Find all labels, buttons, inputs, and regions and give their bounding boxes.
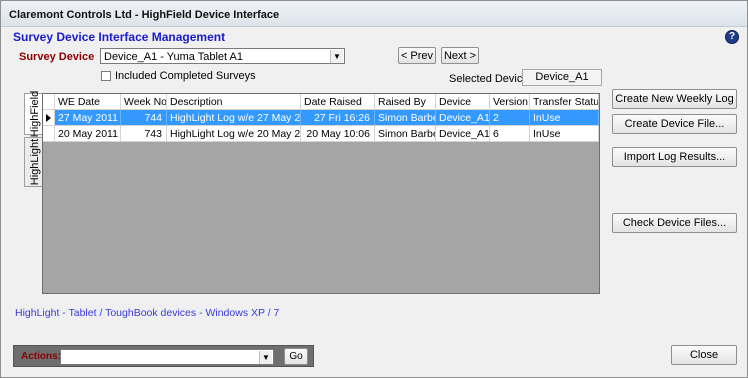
survey-device-select[interactable]: Device_A1 - Yuma Tablet A1 ▼ bbox=[100, 48, 345, 64]
cell-description: HighLight Log w/e 27 May 2011 fo bbox=[167, 110, 301, 126]
col-transfer-status[interactable]: Transfer Status bbox=[530, 94, 599, 110]
table-row[interactable]: 27 May 2011 744 HighLight Log w/e 27 May… bbox=[43, 110, 599, 126]
col-we-date[interactable]: WE Date bbox=[55, 94, 121, 110]
close-button[interactable]: Close bbox=[671, 345, 737, 365]
survey-log-table[interactable]: WE Date Week No Description Date Raised … bbox=[42, 93, 600, 294]
main-window: Claremont Controls Ltd - HighField Devic… bbox=[0, 0, 748, 378]
tab-highfield[interactable]: HighField bbox=[24, 91, 42, 137]
cell-raised-by: Simon Barber bbox=[375, 110, 436, 126]
selected-device-label: Selected Device bbox=[449, 73, 529, 85]
actions-select[interactable]: ▼ bbox=[60, 349, 274, 365]
header-indicator bbox=[43, 94, 55, 110]
col-week-no[interactable]: Week No bbox=[121, 94, 167, 110]
tab-highlight[interactable]: HighLight bbox=[24, 137, 42, 187]
cell-raised-by: Simon Barber bbox=[375, 126, 436, 142]
footer-info: HighLight - Tablet / ToughBook devices -… bbox=[15, 307, 280, 319]
page-title: Survey Device Interface Management bbox=[13, 30, 226, 44]
survey-device-label: Survey Device bbox=[19, 51, 95, 63]
survey-device-value: Device_A1 - Yuma Tablet A1 bbox=[104, 51, 244, 63]
create-device-file-button[interactable]: Create Device File... bbox=[612, 114, 737, 134]
cell-week-no: 743 bbox=[121, 126, 167, 142]
actions-bar: Actions: ▼ Go bbox=[13, 345, 314, 367]
next-button[interactable]: Next > bbox=[441, 47, 479, 64]
col-device[interactable]: Device bbox=[436, 94, 490, 110]
row-pointer-icon bbox=[46, 114, 51, 122]
go-button[interactable]: Go bbox=[284, 348, 308, 365]
cell-device: Device_A1 bbox=[436, 110, 490, 126]
include-completed-checkbox[interactable] bbox=[101, 71, 111, 81]
col-version[interactable]: Version bbox=[490, 94, 530, 110]
create-weekly-log-button[interactable]: Create New Weekly Log bbox=[612, 89, 737, 109]
selected-device-value: Device_A1 bbox=[522, 69, 602, 86]
include-completed-label: Included Completed Surveys bbox=[115, 70, 256, 82]
cell-week-no: 744 bbox=[121, 110, 167, 126]
cell-date-raised: 27 Fri 16:26 bbox=[301, 110, 375, 126]
cell-we-date: 27 May 2011 bbox=[55, 110, 121, 126]
table-row[interactable]: 20 May 2011 743 HighLight Log w/e 20 May… bbox=[43, 126, 599, 142]
row-indicator bbox=[43, 126, 55, 142]
col-raised-by[interactable]: Raised By bbox=[375, 94, 436, 110]
col-date-raised[interactable]: Date Raised bbox=[301, 94, 375, 110]
chevron-down-icon[interactable]: ▼ bbox=[330, 50, 343, 63]
cell-transfer-status: InUse bbox=[530, 126, 599, 142]
table-header: WE Date Week No Description Date Raised … bbox=[43, 94, 599, 110]
window-title: Claremont Controls Ltd - HighField Devic… bbox=[9, 9, 280, 21]
check-device-files-button[interactable]: Check Device Files... bbox=[612, 213, 737, 233]
cell-device: Device_A1 bbox=[436, 126, 490, 142]
tab-highlight-label: HighLight bbox=[29, 138, 41, 186]
cell-we-date: 20 May 2011 bbox=[55, 126, 121, 142]
cell-transfer-status: InUse bbox=[530, 110, 599, 126]
actions-label: Actions: bbox=[21, 351, 61, 362]
window-titlebar: Claremont Controls Ltd - HighField Devic… bbox=[1, 1, 747, 27]
row-indicator bbox=[43, 110, 55, 126]
import-log-results-button[interactable]: Import Log Results... bbox=[612, 147, 737, 167]
cell-version: 2 bbox=[490, 110, 530, 126]
col-description[interactable]: Description bbox=[167, 94, 301, 110]
prev-button[interactable]: < Prev bbox=[398, 47, 436, 64]
cell-description: HighLight Log w/e 20 May 2011 fo bbox=[167, 126, 301, 142]
cell-date-raised: 20 May 10:06 bbox=[301, 126, 375, 142]
help-icon[interactable]: ? bbox=[725, 30, 739, 44]
cell-version: 6 bbox=[490, 126, 530, 142]
chevron-down-icon[interactable]: ▼ bbox=[259, 351, 272, 364]
